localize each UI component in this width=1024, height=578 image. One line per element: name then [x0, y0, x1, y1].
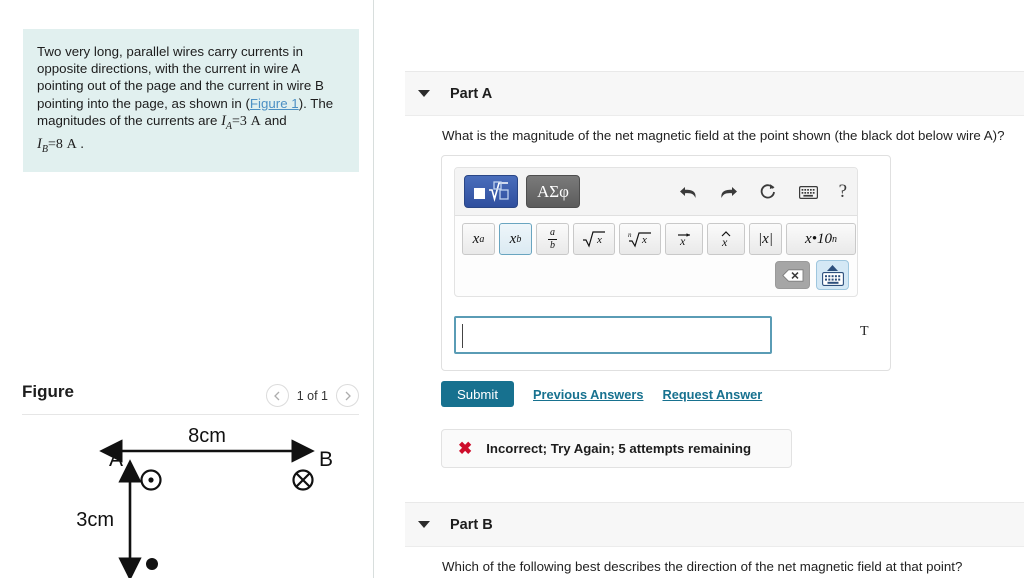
problem-line-1: Two very long, parallel wires carry curr… [37, 44, 304, 59]
problem-line-5: magnitudes of the currents are [37, 112, 218, 128]
current-a-value: =3 [232, 113, 247, 129]
answer-unit-label: T [860, 324, 869, 339]
keyboard-up-icon[interactable] [816, 260, 849, 290]
svg-text:x: x [679, 234, 686, 248]
previous-answers-link[interactable]: Previous Answers [533, 387, 643, 402]
math-symbol-row: xa xb ab x n x x x |x| x•10 n [462, 223, 856, 255]
keyboard-icon[interactable] [798, 183, 818, 202]
subscript-button[interactable]: xb [499, 223, 532, 255]
chevron-left-icon[interactable] [265, 384, 289, 407]
answer-input[interactable] [454, 316, 772, 354]
part-b-header[interactable]: Part B [405, 502, 1024, 547]
field-point-dot [146, 558, 158, 570]
figure-header: Figure 1 of 1 [22, 380, 359, 414]
unit-vector-button[interactable]: x [707, 223, 745, 255]
vector-button[interactable]: x [665, 223, 703, 255]
text-cursor [462, 324, 463, 348]
caret-down-icon[interactable] [418, 90, 430, 97]
figure-counter: 1 of 1 [296, 388, 328, 403]
greek-symbols-button[interactable]: ΑΣφ [526, 175, 580, 208]
problem-line-3: pointing out of the page and the current… [37, 78, 324, 94]
submit-button[interactable]: Submit [441, 381, 514, 407]
figure-divider [22, 414, 359, 415]
request-answer-link[interactable]: Request Answer [662, 387, 762, 402]
right-panel: Part A What is the magnitude of the net … [374, 0, 1024, 578]
feedback-banner: ✖ Incorrect; Try Again; 5 attempts remai… [441, 429, 792, 468]
svg-text:x: x [721, 235, 728, 248]
problem-conjunction: and [264, 112, 287, 128]
redo-arrow-icon[interactable] [719, 183, 738, 202]
undo-arrow-icon[interactable] [679, 183, 698, 202]
problem-line-4a: pointing into the page, as shown in ( [37, 95, 250, 111]
figure-diagram: 8cm 3cm A B [22, 418, 359, 578]
current-a-unit: A [250, 113, 261, 129]
svg-text:x: x [596, 234, 602, 246]
answer-card: ΑΣφ ? x a x b a b x n x x x |x| x•10 n T [441, 155, 891, 371]
part-a-label: Part A [450, 85, 493, 102]
math-input-palette: ΑΣφ ? x a x b a b x n x x x |x| x•10 n [454, 167, 858, 297]
square-root-button[interactable]: x [573, 223, 615, 255]
problem-statement-box: Two very long, parallel wires carry curr… [23, 29, 359, 172]
problem-statement-text: Two very long, parallel wires carry curr… [37, 43, 341, 158]
horizontal-distance-label: 8cm [188, 425, 226, 447]
math-palette-actions [775, 260, 849, 290]
help-button[interactable]: ? [839, 181, 847, 203]
svg-text:n: n [628, 231, 632, 239]
superscript-button[interactable]: xa [462, 223, 495, 255]
figure-navigation: 1 of 1 [265, 384, 359, 407]
svg-text:x: x [641, 234, 647, 246]
math-palette-tools: ? [679, 168, 847, 216]
problem-page: Two very long, parallel wires carry curr… [0, 0, 1024, 578]
part-b-question: Which of the following best describes th… [442, 559, 963, 574]
scientific-notation-button[interactable]: x•10 n [786, 223, 856, 255]
wire-b-label: B [319, 448, 333, 471]
problem-line-2: opposite directions, with the current in… [37, 61, 301, 77]
problem-period: . [80, 136, 84, 152]
math-palette-toolbar: ΑΣφ ? [455, 168, 857, 216]
problem-line-4b: ). The [298, 95, 334, 111]
chevron-right-icon[interactable] [336, 384, 359, 407]
nth-root-button[interactable]: n x [619, 223, 661, 255]
x-cross-icon: ✖ [458, 439, 473, 458]
math-template-icon[interactable] [464, 175, 518, 208]
current-b-unit: A [66, 136, 77, 152]
current-b-expression: IB [37, 135, 48, 155]
current-a-expression: IA [221, 112, 233, 132]
vertical-distance-label: 3cm [76, 509, 114, 531]
part-a-header[interactable]: Part A [405, 71, 1024, 116]
current-b-value: =8 [47, 136, 63, 152]
absolute-value-button[interactable]: |x| [749, 223, 782, 255]
wire-a-label: A [109, 448, 123, 471]
figure-title: Figure [22, 382, 74, 401]
figure-1-link[interactable]: Figure 1 [250, 96, 299, 111]
feedback-message: Incorrect; Try Again; 5 attempts remaini… [486, 441, 752, 456]
caret-down-icon[interactable] [418, 521, 430, 528]
left-panel: Two very long, parallel wires carry curr… [0, 0, 373, 578]
part-a-question: What is the magnitude of the net magneti… [442, 128, 1005, 143]
refresh-icon[interactable] [759, 183, 778, 202]
fraction-button[interactable]: ab [536, 223, 569, 255]
submit-row: Submit Previous Answers Request Answer [441, 381, 762, 407]
backspace-icon[interactable] [775, 261, 810, 289]
part-b-label: Part B [450, 516, 493, 533]
